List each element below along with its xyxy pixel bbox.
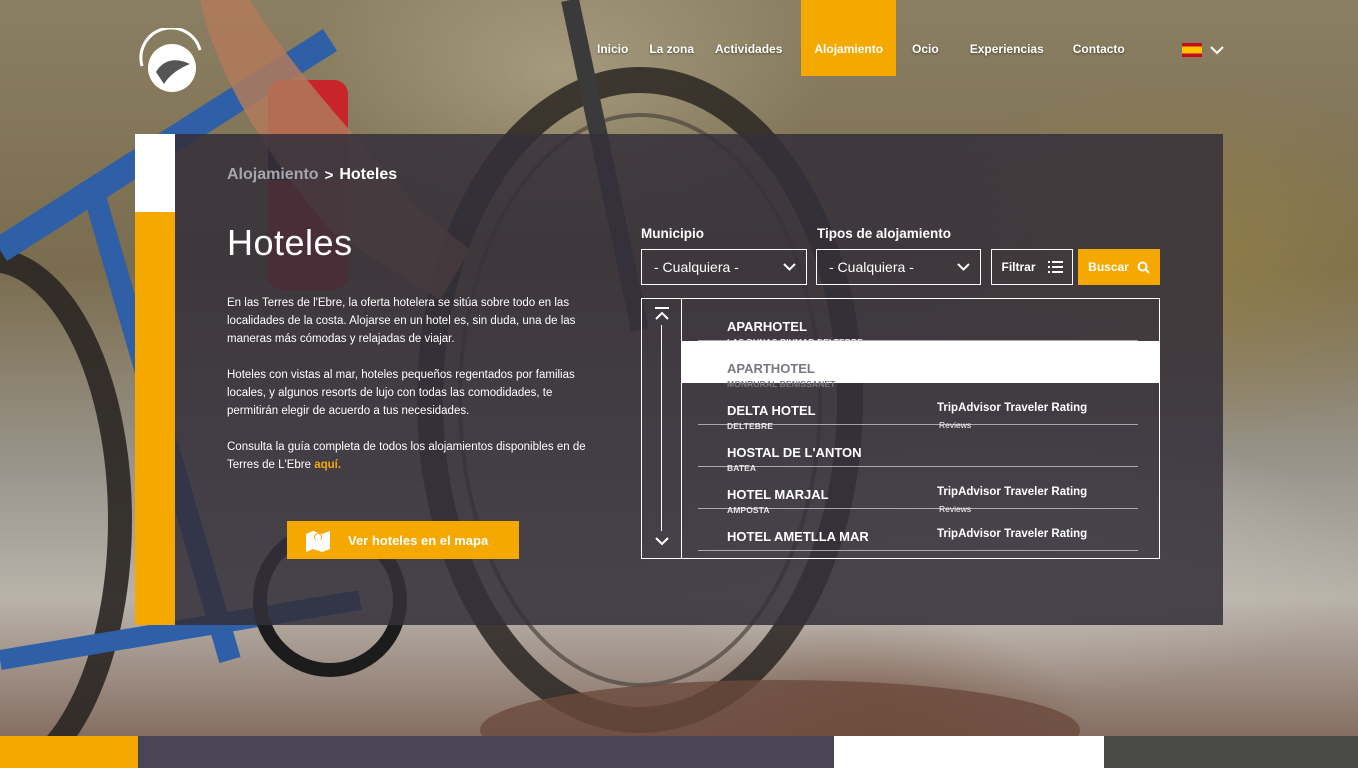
municipio-select[interactable]: - Cualquiera -	[641, 249, 807, 285]
scroll-down-icon[interactable]	[654, 535, 670, 547]
chevron-down-icon	[783, 263, 796, 271]
breadcrumb-separator: >	[324, 166, 334, 184]
tripadvisor-rating[interactable]: TripAdvisor Traveler Rating	[937, 402, 1087, 415]
list-item-selected[interactable]: APARTHOTEL MONRURAL BENISSANET	[682, 341, 1159, 388]
list-item[interactable]: HOTEL MARJAL AMPOSTA TripAdvisor Travele…	[682, 467, 1159, 514]
list-item[interactable]: HOTEL AMETLLA MAR TripAdvisor Traveler R…	[682, 509, 1159, 551]
footer-strip-yellow	[0, 736, 138, 768]
footer-strip-purple	[138, 736, 834, 768]
filter-button[interactable]: Filtrar	[991, 249, 1073, 285]
breadcrumb: Alojamiento > Hoteles	[227, 166, 397, 184]
list-item[interactable]: HOSTAL DE L'ANTON BATEA	[682, 425, 1159, 472]
guide-link[interactable]: aquí.	[314, 459, 341, 471]
nav-experiencias[interactable]: Experiencias	[961, 0, 1053, 76]
filter-button-label: Filtrar	[1001, 260, 1036, 274]
tipo-alojamiento-label: Tipos de alojamiento	[817, 226, 952, 241]
municipio-label: Municipio	[641, 226, 704, 241]
results-scrollbar[interactable]	[642, 299, 682, 558]
hotel-name: HOSTAL DE L'ANTON	[727, 445, 862, 460]
view-hotels-map-label: Ver hoteles en el mapa	[348, 532, 489, 548]
hotel-name: HOTEL MARJAL	[727, 487, 829, 502]
list-item[interactable]: DELTA HOTEL DELTEBRE TripAdvisor Travele…	[682, 383, 1159, 430]
nav-ocio[interactable]: Ocio	[903, 0, 948, 76]
nav-contacto[interactable]: Contacto	[1064, 0, 1134, 76]
intro-text: En las Terres de l'Ebre, la oferta hotel…	[227, 294, 587, 492]
footer-strip-gray	[1104, 736, 1358, 768]
tripadvisor-rating[interactable]: TripAdvisor Traveler Rating	[937, 486, 1087, 499]
results-list: APARHOTEL LAS DUNAS RIUMAR DELTEBRE APAR…	[682, 299, 1159, 551]
breadcrumb-parent[interactable]: Alojamiento	[227, 166, 319, 184]
hotel-name: HOTEL AMETLLA MAR	[727, 529, 869, 544]
spain-flag-icon	[1182, 43, 1202, 57]
decorative-stripe-white	[135, 134, 175, 212]
scroll-up-icon[interactable]	[653, 307, 671, 327]
intro-paragraph-1: En las Terres de l'Ebre, la oferta hotel…	[227, 297, 576, 345]
nav-alojamiento[interactable]: Alojamiento	[801, 0, 897, 76]
hotel-name: APARHOTEL	[727, 319, 807, 334]
view-hotels-map-button[interactable]: Ver hoteles en el mapa	[287, 521, 519, 559]
search-icon	[1137, 261, 1150, 274]
nav-actividades[interactable]: Actividades	[706, 0, 791, 76]
tripadvisor-rating[interactable]: TripAdvisor Traveler Rating	[937, 528, 1087, 541]
hotel-name: APARTHOTEL	[727, 361, 815, 376]
main-nav: Inicio La zona Actividades Alojamiento O…	[588, 0, 1134, 76]
tipo-alojamiento-select[interactable]: - Cualquiera -	[816, 249, 981, 285]
language-selector[interactable]	[1182, 43, 1224, 57]
list-item[interactable]: APARHOTEL LAS DUNAS RIUMAR DELTEBRE	[682, 299, 1159, 346]
intro-paragraph-3: Consulta la guía completa de todos los a…	[227, 438, 587, 474]
search-button-label: Buscar	[1088, 260, 1129, 274]
chevron-down-icon	[957, 263, 970, 271]
page-title: Hoteles	[227, 222, 353, 263]
guide-text: Consulta la guía completa de todos los a…	[227, 441, 586, 471]
scroll-track	[661, 325, 662, 531]
footer-strip-white	[834, 736, 1104, 768]
map-icon	[306, 531, 330, 552]
nav-la-zona[interactable]: La zona	[640, 0, 703, 76]
breadcrumb-current: Hoteles	[339, 166, 398, 183]
municipio-value: - Cualquiera -	[654, 259, 739, 275]
chevron-down-icon	[1210, 45, 1224, 54]
search-button[interactable]: Buscar	[1078, 249, 1160, 285]
intro-paragraph-2: Hoteles con vistas al mar, hoteles peque…	[227, 369, 575, 417]
results-list-box: APARHOTEL LAS DUNAS RIUMAR DELTEBRE APAR…	[641, 298, 1160, 559]
tipo-alojamiento-value: - Cualquiera -	[829, 259, 914, 275]
decorative-stripe-yellow	[135, 212, 175, 625]
terres-de-lebre-logo[interactable]	[134, 26, 210, 104]
list-icon	[1047, 261, 1063, 273]
nav-inicio[interactable]: Inicio	[588, 0, 637, 76]
hotel-name: DELTA HOTEL	[727, 403, 816, 418]
